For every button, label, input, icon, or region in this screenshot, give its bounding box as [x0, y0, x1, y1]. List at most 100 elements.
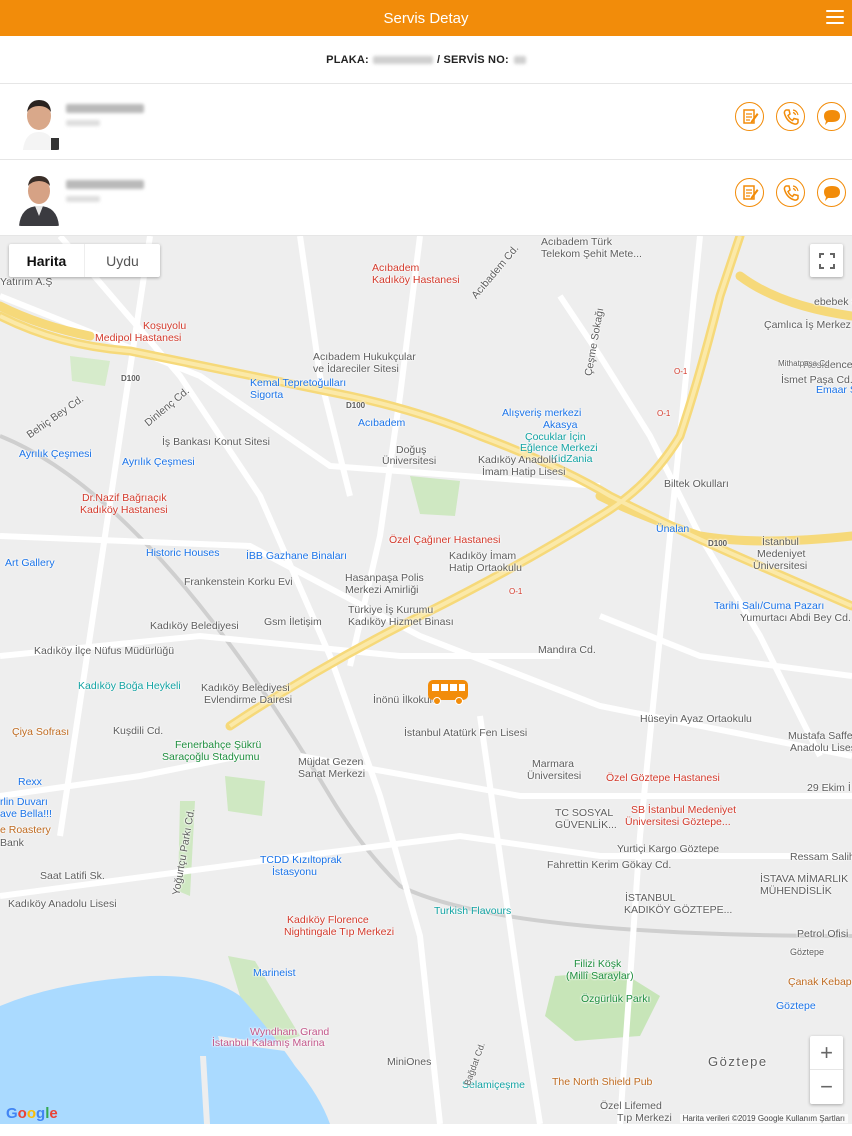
phone-icon[interactable] — [776, 102, 805, 131]
map-label: Ressam Salih E — [790, 851, 852, 863]
plate-value-redacted — [372, 55, 433, 64]
map-label: Kadıköy Anadolu — [478, 454, 557, 466]
map-label: TCDD Kızıltoprak — [260, 854, 342, 866]
map-label: Acıbadem Türk — [541, 236, 613, 248]
map-label: Acıbadem — [358, 417, 406, 429]
map-label: MÜHENDİSLİK — [760, 885, 832, 897]
map-label: Dr.Nazif Bağrıaçık — [82, 492, 167, 504]
map-label: Tıp Merkezi — [617, 1112, 672, 1124]
map-label: Acıbadem — [372, 262, 420, 274]
map-label: Yatırım A.Ş — [0, 276, 53, 288]
map-label: Ayrılık Çeşmesi — [19, 448, 92, 460]
map-attribution[interactable]: Harita verileri ©2019 Google Kullanım Şa… — [679, 1114, 848, 1123]
map-label: Mustafa Saffet — [788, 730, 852, 742]
map-label: Üniversitesi — [382, 455, 437, 467]
map-label: ave Bella!!! — [0, 808, 52, 820]
map-label: İstasyonu — [272, 866, 317, 878]
map-label: İstanbul Atatürk Fen Lisesi — [404, 727, 528, 739]
map-label: Biltek Okulları — [664, 478, 729, 490]
map-type-satellite-button[interactable]: Uydu — [84, 244, 160, 277]
service-no-redacted — [513, 55, 526, 64]
map-label: D100 — [346, 401, 366, 410]
map-label: Telekom Şehit Mete... — [541, 248, 642, 260]
map-label: Üniversitesi Göztepe... — [625, 816, 731, 828]
map-label: Özgürlük Parkı — [581, 993, 651, 1005]
document-edit-icon[interactable] — [735, 102, 764, 131]
app-header: Servis Detay — [0, 0, 852, 36]
map-label: D100 — [121, 374, 141, 383]
map-label: Yumurtacı Abdi Bey Cd. — [740, 612, 851, 624]
map-label: Üniversitesi — [527, 770, 582, 782]
map-view[interactable]: Acıbadem Türk Telekom Şehit Mete... Acıb… — [0, 236, 852, 1124]
map-label: Sigorta — [250, 389, 284, 401]
map-label: MiniOnes — [387, 1056, 432, 1068]
map-label: GÜVENLİK... — [555, 819, 617, 831]
map-label: İstanbul Kalamış Marina — [212, 1037, 325, 1049]
fullscreen-icon[interactable] — [810, 244, 843, 277]
map-label: Kadıköy Hizmet Binası — [348, 616, 454, 628]
map-label: Kadıköy Hastanesi — [80, 504, 168, 516]
map-label: Anadolu Lisesi — [790, 742, 852, 754]
zoom-in-button[interactable]: + — [810, 1036, 843, 1070]
map-label: Rexx — [18, 776, 42, 788]
map-label: Üniversitesi — [753, 560, 808, 572]
zoom-controls: + − — [810, 1036, 843, 1104]
map-label: Bank — [0, 837, 24, 849]
map-label: rlin Duvarı — [0, 796, 48, 808]
avatar — [17, 94, 61, 150]
map-type-toggle: Harita Uydu — [9, 244, 160, 277]
map-label: İSTANBUL — [625, 892, 676, 904]
map-label: Göztepe — [708, 1054, 768, 1069]
document-edit-icon[interactable] — [735, 178, 764, 207]
map-label: Hasanpaşa Polis — [345, 572, 424, 584]
bus-location-icon[interactable] — [427, 678, 469, 706]
map-label: Turkish Flavours — [434, 905, 512, 917]
map-label: (Millî Saraylar) — [566, 970, 634, 982]
map-label: Özel Lifemed — [600, 1100, 662, 1112]
map-label: Hatip Ortaokulu — [449, 562, 522, 574]
map-label: Art Gallery — [5, 557, 55, 569]
map-label: TC SOSYAL — [555, 807, 614, 819]
map-label: Medeniyet — [757, 548, 806, 560]
map-label: Kadıköy Belediyesi — [201, 682, 290, 694]
map-label: İstanbul — [762, 536, 799, 548]
chat-bubble-icon[interactable] — [817, 178, 846, 207]
person-name-redacted — [66, 180, 144, 202]
map-label: Mithatpaşa Cd. — [778, 359, 832, 368]
map-type-map-button[interactable]: Harita — [9, 244, 84, 277]
map-label: Göztepe — [790, 947, 825, 957]
map-label: Kadıköy İlçe Nüfus Müdürlüğü — [34, 645, 175, 657]
map-label: D100 — [708, 539, 728, 548]
phone-icon[interactable] — [776, 178, 805, 207]
map-label: Merkezi Amirliği — [345, 584, 419, 596]
map-label: Yurtiçi Kargo Göztepe — [617, 843, 720, 855]
map-label: Tarihi Salı/Cuma Pazarı — [714, 600, 825, 612]
map-label: Mandıra Cd. — [538, 644, 596, 656]
map-label: Filizi Köşk — [574, 958, 622, 970]
map-label: Evlendirme Dairesi — [204, 694, 293, 706]
map-label: Petrol Ofisi — [797, 928, 849, 940]
chat-bubble-icon[interactable] — [817, 102, 846, 131]
map-label: Koşuyolu — [143, 320, 187, 332]
map-label: Fenerbahçe Şükrü — [175, 739, 262, 751]
map-label: 29 Ekim İ — [807, 782, 851, 794]
map-label: O-1 — [509, 587, 523, 596]
map-label: Kuşdili Cd. — [113, 725, 164, 737]
map-label: ebebek Ça — [814, 296, 852, 308]
map-label: Kadıköy Florence — [287, 914, 369, 926]
google-logo: Google — [6, 1105, 58, 1122]
map-label: Kadıköy Belediyesi — [150, 620, 239, 632]
map-label: İSTAVA MİMARLIK — [760, 873, 849, 885]
hamburger-menu-icon[interactable] — [826, 10, 844, 24]
map-label: O-1 — [657, 409, 671, 418]
map-label: Frankenstein Korku Evi — [184, 576, 293, 588]
map-label: İBB Gazhane Binaları — [246, 550, 347, 562]
map-label: Acıbadem Hukukçular — [313, 351, 416, 363]
person-row — [0, 84, 852, 160]
plate-label: PLAKA: — [326, 53, 369, 66]
map-label: Kadıköy Anadolu Lisesi — [8, 898, 117, 910]
zoom-out-button[interactable]: − — [810, 1070, 843, 1104]
map-label: Çiya Sofrası — [12, 726, 70, 738]
map-label: KidZania — [551, 453, 593, 465]
map-label: Çamlıca İş Merkez — [764, 319, 851, 331]
